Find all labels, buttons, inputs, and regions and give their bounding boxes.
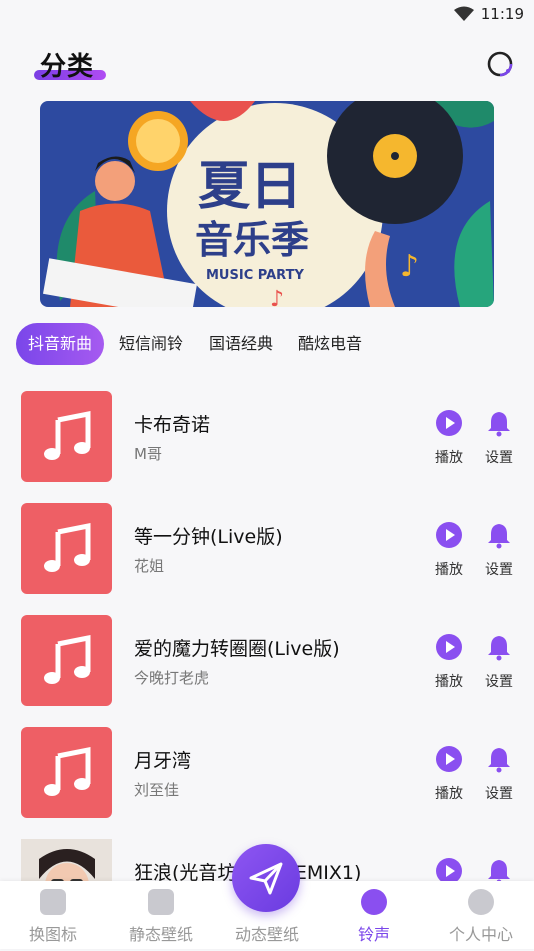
list-item[interactable]: 等一分钟(Live版) 花姐 播放 设置 xyxy=(0,503,534,615)
set-ringtone-button[interactable]: 设置 xyxy=(479,745,519,803)
header: 分类 xyxy=(0,42,534,90)
set-label: 设置 xyxy=(485,674,513,690)
play-label: 播放 xyxy=(435,562,463,578)
play-button[interactable]: 播放 xyxy=(429,521,469,579)
play-button[interactable]: 播放 xyxy=(429,409,469,467)
status-bar: 11:19 xyxy=(0,0,534,30)
song-cover xyxy=(21,503,112,594)
set-ringtone-button[interactable]: 设置 xyxy=(479,409,519,467)
play-button[interactable]: 播放 xyxy=(429,633,469,691)
play-button[interactable]: 播放 xyxy=(429,745,469,803)
nav-item-ringtone[interactable]: 铃声 xyxy=(354,889,394,945)
play-icon xyxy=(436,746,462,772)
banner-subtitle: MUSIC PARTY xyxy=(206,268,304,283)
music-note-icon xyxy=(44,522,91,572)
music-note-icon xyxy=(44,634,91,684)
song-cover xyxy=(21,615,112,706)
svg-text:♪: ♪ xyxy=(400,249,419,284)
banner-illustration: ♪ ♪ 夏日 音乐季 MUSIC PARTY xyxy=(40,101,494,307)
song-title: 月牙湾 xyxy=(134,750,192,772)
banner-title-line2: 音乐季 xyxy=(195,218,309,262)
song-artist: 花姐 xyxy=(134,557,165,575)
set-label: 设置 xyxy=(485,786,513,802)
tab-cool-electronic[interactable]: 酷炫电音 xyxy=(298,323,362,365)
song-cover xyxy=(21,391,112,482)
svg-text:♪: ♪ xyxy=(270,287,284,307)
music-note-icon xyxy=(44,410,91,460)
category-tabs: 抖音新曲 短信闹铃 国语经典 酷炫电音 xyxy=(16,323,534,365)
play-label: 播放 xyxy=(435,450,463,466)
play-icon xyxy=(436,410,462,436)
bell-icon xyxy=(488,748,510,773)
swap-icon xyxy=(40,889,66,915)
list-item[interactable]: 卡布奇诺 M哥 播放 设置 xyxy=(0,391,534,503)
banner-title-line1: 夏日 xyxy=(198,157,302,217)
play-icon xyxy=(436,634,462,660)
play-icon xyxy=(436,522,462,548)
song-title: 卡布奇诺 xyxy=(134,414,211,436)
set-ringtone-button[interactable]: 设置 xyxy=(479,521,519,579)
wifi-icon xyxy=(454,6,474,21)
list-item[interactable]: 爱的魔力转圈圈(Live版) 今晚打老虎 播放 设置 xyxy=(0,615,534,727)
play-label: 播放 xyxy=(435,786,463,802)
tab-mandarin-classic[interactable]: 国语经典 xyxy=(209,323,273,365)
bell-icon xyxy=(361,889,387,915)
nav-item-live-wallpaper[interactable]: 动态壁纸 xyxy=(230,921,304,945)
set-label: 设置 xyxy=(485,450,513,466)
music-note-icon xyxy=(44,746,91,796)
song-cover xyxy=(21,727,112,818)
send-icon xyxy=(249,862,283,895)
song-artist: M哥 xyxy=(134,445,162,463)
tab-sms-alarm[interactable]: 短信闹铃 xyxy=(119,323,183,365)
bell-icon xyxy=(488,524,510,549)
song-artist: 今晚打老虎 xyxy=(134,669,210,687)
nav-label: 铃声 xyxy=(357,925,390,944)
nav-item-change-icon[interactable]: 换图标 xyxy=(24,889,82,945)
live-wallpaper-fab[interactable] xyxy=(232,844,300,912)
song-title: 等一分钟(Live版) xyxy=(134,526,283,548)
search-icon[interactable] xyxy=(486,50,514,78)
nav-item-profile[interactable]: 个人中心 xyxy=(444,889,518,945)
bell-icon xyxy=(488,412,510,437)
status-time: 11:19 xyxy=(480,5,524,23)
page-title: 分类 xyxy=(40,52,95,82)
tab-douyin-new[interactable]: 抖音新曲 xyxy=(16,323,105,365)
nav-item-static-wallpaper[interactable]: 静态壁纸 xyxy=(124,889,198,945)
song-title: 爱的魔力转圈圈(Live版) xyxy=(134,638,340,660)
image-icon xyxy=(148,889,174,915)
nav-label: 动态壁纸 xyxy=(234,925,299,944)
set-label: 设置 xyxy=(485,562,513,578)
nav-label: 个人中心 xyxy=(448,925,513,944)
play-label: 播放 xyxy=(435,674,463,690)
song-artist: 刘至佳 xyxy=(134,781,180,799)
promo-banner[interactable]: ♪ ♪ 夏日 音乐季 MUSIC PARTY xyxy=(40,101,494,307)
user-icon xyxy=(468,889,494,915)
nav-label: 静态壁纸 xyxy=(128,925,193,944)
page-title-wrap: 分类 xyxy=(34,46,106,86)
set-ringtone-button[interactable]: 设置 xyxy=(479,633,519,691)
list-item[interactable]: 月牙湾 刘至佳 播放 设置 xyxy=(0,727,534,839)
bell-icon xyxy=(488,636,510,661)
nav-label: 换图标 xyxy=(28,925,77,944)
